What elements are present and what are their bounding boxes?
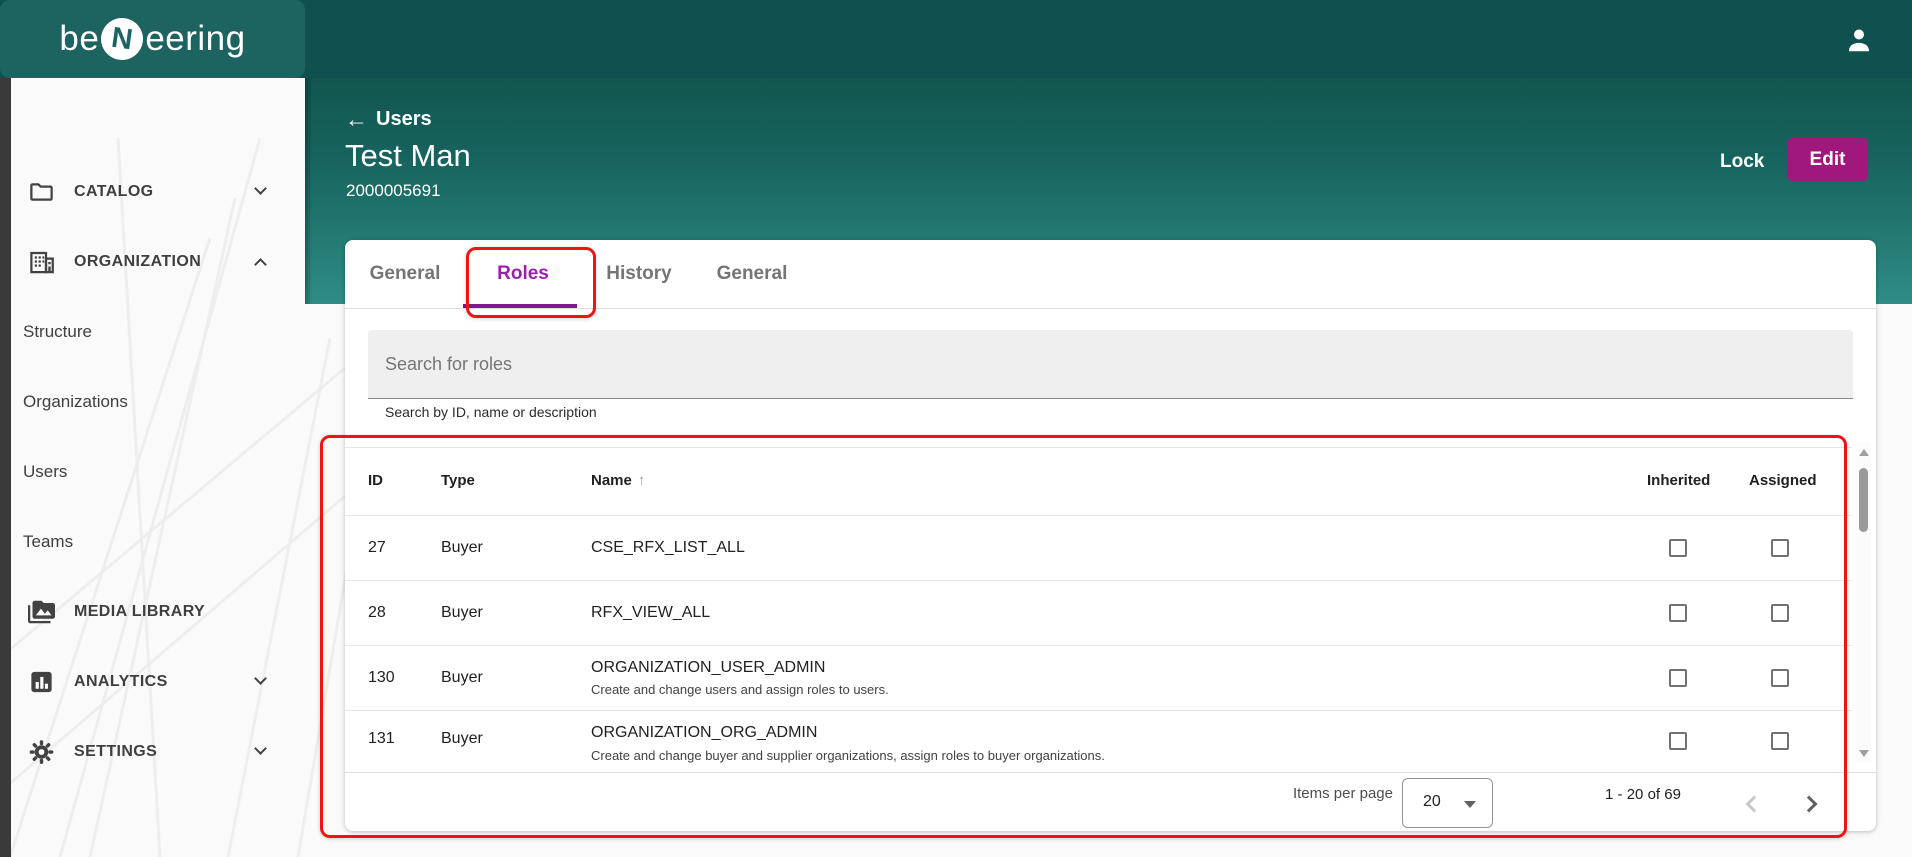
cell-id: 131 xyxy=(368,730,395,748)
cell-id: 27 xyxy=(368,515,386,580)
table-row: 130 Buyer ORGANIZATION_USER_ADMIN Create… xyxy=(345,645,1852,710)
chevron-down-icon[interactable] xyxy=(254,182,267,195)
sidebar-item-teams[interactable]: Teams xyxy=(0,516,305,568)
sidebar-item-structure[interactable]: Structure xyxy=(0,306,305,358)
search-hint: Search by ID, name or description xyxy=(385,404,597,420)
sidebar-item-users[interactable]: Users xyxy=(0,446,305,498)
sidebar-item-label: SETTINGS xyxy=(74,743,157,761)
back-arrow-icon: ← xyxy=(345,108,368,131)
table-top-divider xyxy=(345,447,1852,448)
sidebar-item-label: ORGANIZATION xyxy=(74,253,201,271)
table-row: 28 Buyer RFX_VIEW_ALL xyxy=(345,580,1852,645)
media-library-icon xyxy=(28,599,55,626)
chevron-down-icon[interactable] xyxy=(254,742,267,755)
user-id: 2000005691 xyxy=(346,181,441,201)
page-title: Test Man xyxy=(345,138,471,174)
cell-type: Buyer xyxy=(441,580,483,645)
cell-description: Create and change users and assign roles… xyxy=(591,682,889,697)
assigned-checkbox[interactable] xyxy=(1771,732,1789,750)
table-scrollbar[interactable] xyxy=(1856,443,1871,763)
pagination-range: 1 - 20 of 69 xyxy=(1583,786,1703,803)
content-card: General Roles History General Search by … xyxy=(345,240,1876,831)
building-icon xyxy=(28,249,55,276)
select-caret-icon xyxy=(1464,801,1476,808)
table-row: 27 Buyer CSE_RFX_LIST_ALL xyxy=(345,515,1852,580)
logo-text-left: be xyxy=(59,19,99,59)
search-input[interactable] xyxy=(385,330,1835,398)
footer-divider xyxy=(345,772,1876,773)
page-size-select[interactable]: 20 xyxy=(1402,778,1493,828)
inherited-checkbox[interactable] xyxy=(1669,539,1687,557)
tabs-divider xyxy=(345,308,1876,309)
inherited-checkbox[interactable] xyxy=(1669,732,1687,750)
cell-type: Buyer xyxy=(441,515,483,580)
sidebar-item-label: ANALYTICS xyxy=(74,673,168,691)
sidebar-item-organizations[interactable]: Organizations xyxy=(0,376,305,428)
scrollbar-thumb[interactable] xyxy=(1859,468,1868,532)
column-header-type[interactable]: Type xyxy=(441,472,475,489)
logo-text-right: eering xyxy=(145,19,245,59)
sidebar-item-label: Structure xyxy=(23,322,92,342)
sidebar-item-label: Teams xyxy=(23,532,73,552)
edit-button[interactable]: Edit xyxy=(1787,138,1868,181)
app-logo[interactable]: be N eering xyxy=(0,0,305,78)
cell-id: 28 xyxy=(368,580,386,645)
cell-type: Buyer xyxy=(441,730,483,748)
column-header-inherited: Inherited xyxy=(1647,472,1710,489)
sidebar-item-organization[interactable]: ORGANIZATION xyxy=(0,236,305,288)
column-header-name[interactable]: Name ↑ xyxy=(591,472,645,489)
tab-general-pos xyxy=(347,240,461,308)
sidebar-item-label: MEDIA LIBRARY xyxy=(74,603,205,621)
inherited-checkbox[interactable] xyxy=(1669,604,1687,622)
lock-button[interactable]: Lock xyxy=(1712,147,1772,177)
tab-roles[interactable]: Roles xyxy=(463,240,583,308)
sidebar-item-settings[interactable]: SETTINGS xyxy=(0,726,305,778)
top-bar: be N eering xyxy=(0,0,1912,78)
logo-n-badge-icon: N xyxy=(99,15,146,62)
assigned-checkbox[interactable] xyxy=(1771,539,1789,557)
cell-name: ORGANIZATION_ORG_ADMIN xyxy=(591,724,817,742)
cell-name: RFX_VIEW_ALL xyxy=(591,580,710,645)
sidebar-item-label: CATALOG xyxy=(74,183,154,201)
scroll-down-arrow-icon[interactable] xyxy=(1859,750,1869,757)
cell-type: Buyer xyxy=(441,645,483,710)
items-per-page-label: Items per page xyxy=(1193,785,1393,802)
sidebar: CATALOG ORGANIZATION Structure Organizat… xyxy=(0,78,305,857)
sidebar-item-media-library[interactable]: MEDIA LIBRARY xyxy=(0,586,305,638)
cell-name: CSE_RFX_LIST_ALL xyxy=(591,515,745,580)
back-to-users-link[interactable]: ← Users xyxy=(345,108,432,131)
inherited-checkbox[interactable] xyxy=(1669,669,1687,687)
table-row: 131 Buyer ORGANIZATION_ORG_ADMIN Create … xyxy=(345,710,1852,772)
account-person-icon[interactable] xyxy=(1844,25,1874,55)
chevron-up-icon[interactable] xyxy=(254,258,267,271)
column-header-name-label: Name xyxy=(591,472,632,489)
back-link-label: Users xyxy=(376,108,432,131)
previous-page-chevron-icon[interactable] xyxy=(1746,796,1763,813)
settings-gear-icon xyxy=(28,739,55,766)
cell-id: 130 xyxy=(368,645,395,710)
assigned-checkbox[interactable] xyxy=(1771,604,1789,622)
sidebar-item-label: Users xyxy=(23,462,67,482)
column-header-assigned: Assigned xyxy=(1749,472,1817,489)
roles-search-field xyxy=(368,330,1853,399)
sort-ascending-icon: ↑ xyxy=(638,472,646,489)
sidebar-item-catalog[interactable]: CATALOG xyxy=(0,166,305,218)
cell-description: Create and change buyer and supplier org… xyxy=(591,748,1105,763)
cell-name: ORGANIZATION_USER_ADMIN xyxy=(591,659,825,677)
chevron-down-icon[interactable] xyxy=(254,672,267,685)
next-page-chevron-icon[interactable] xyxy=(1801,796,1818,813)
sidebar-shadow xyxy=(305,78,312,304)
scroll-up-arrow-icon[interactable] xyxy=(1859,449,1869,456)
analytics-icon xyxy=(28,669,55,696)
tab-history[interactable]: History xyxy=(579,240,699,308)
folder-icon xyxy=(28,179,55,206)
page-size-value: 20 xyxy=(1423,793,1441,811)
sidebar-item-analytics[interactable]: ANALYTICS xyxy=(0,656,305,708)
assigned-checkbox[interactable] xyxy=(1771,669,1789,687)
sidebar-item-label: Organizations xyxy=(23,392,128,412)
tab-general[interactable]: General xyxy=(692,240,812,308)
column-header-id[interactable]: ID xyxy=(368,472,383,489)
